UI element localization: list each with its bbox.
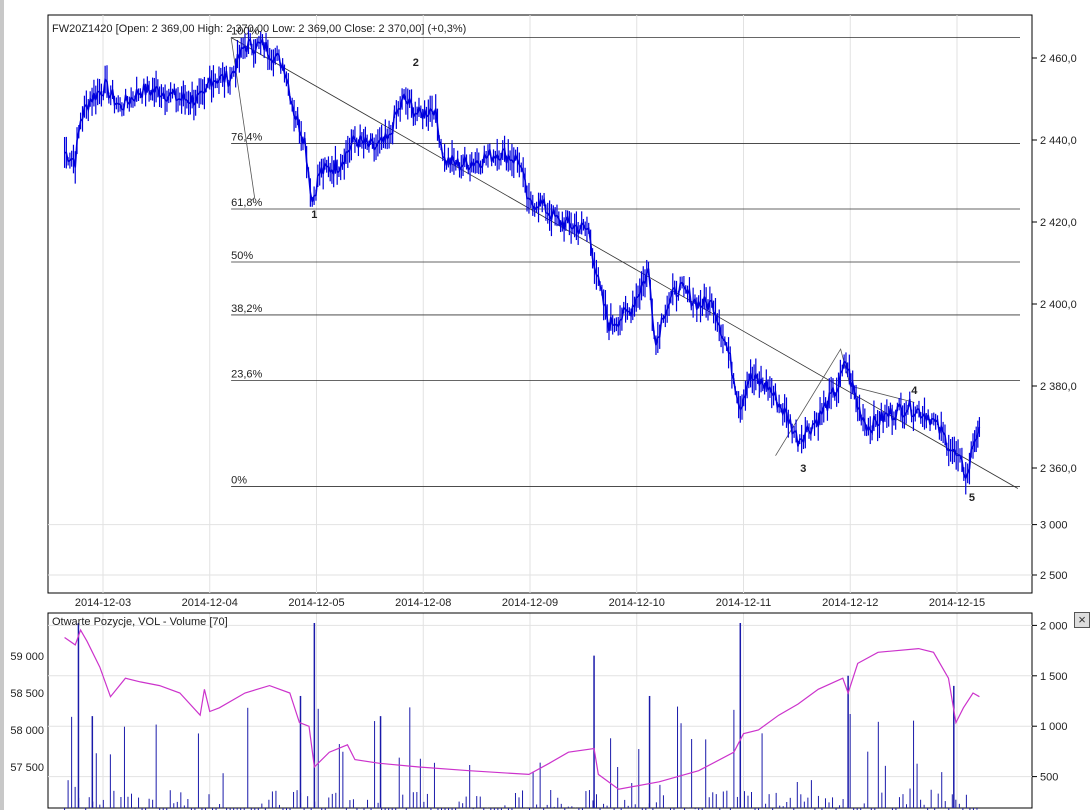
y-tick-label: 2 460,0 — [1040, 53, 1077, 65]
close-panel-button[interactable]: × — [1074, 612, 1090, 628]
y-tick-label: 2 360,0 — [1040, 463, 1077, 475]
fib-level-label: 38,2% — [231, 303, 262, 315]
x-tick-label: 2014-12-12 — [822, 597, 878, 609]
y-tick-label: 2 420,0 — [1040, 217, 1077, 229]
volume-axis-label: 1 000 — [1040, 721, 1068, 733]
x-tick-label: 2014-12-04 — [182, 597, 238, 609]
open-interest-axis-label: 58 000 — [10, 725, 44, 737]
fib-level-label: 23,6% — [231, 368, 262, 380]
x-tick-label: 2014-12-08 — [395, 597, 451, 609]
open-interest-axis-label: 59 000 — [10, 651, 44, 663]
y-tick-label: 2 380,0 — [1040, 381, 1077, 393]
wave-label: 1 — [311, 209, 317, 221]
open-interest-axis-label: 57 500 — [10, 762, 44, 774]
wave-label: 2 — [413, 57, 419, 69]
x-tick-label: 2014-12-15 — [929, 597, 985, 609]
x-tick-label: 2014-12-03 — [75, 597, 131, 609]
volume-chart-title: Otwarte Pozycje, VOL - Volume [70] — [52, 616, 228, 628]
y-tick-label: 2 440,0 — [1040, 135, 1077, 147]
fib-level-label: 76,4% — [231, 131, 262, 143]
x-tick-label: 2014-12-09 — [502, 597, 558, 609]
open-interest-axis-label: 58 500 — [10, 688, 44, 700]
fib-level-label: 61,8% — [231, 197, 262, 209]
x-tick-label: 2014-12-10 — [609, 597, 665, 609]
fib-level-label: 0% — [231, 474, 247, 486]
wave-label: 4 — [911, 385, 918, 397]
volume-axis-label: 1 500 — [1040, 671, 1068, 683]
fib-level-label: 50% — [231, 250, 253, 262]
wave-label: 5 — [969, 492, 975, 504]
volume-axis-label: 500 — [1040, 772, 1058, 784]
x-tick-label: 2014-12-05 — [288, 597, 344, 609]
y-tick-label: 2 400,0 — [1040, 299, 1077, 311]
volume-axis-label: 2 500 — [1040, 570, 1068, 582]
open-interest-line — [64, 628, 980, 790]
wave-label: 3 — [800, 463, 806, 475]
main-chart-title: FW20Z1420 [Open: 2 369,00 High: 2 370,00… — [52, 23, 466, 35]
volume-axis-label: 2 000 — [1040, 620, 1068, 632]
volume-axis-label: 3 000 — [1040, 520, 1068, 532]
chart-canvas: 2014-12-03 2014-12-04 2014-12-05 2014-12-08… — [10, 14, 1077, 810]
x-tick-label: 2014-12-11 — [716, 597, 771, 609]
